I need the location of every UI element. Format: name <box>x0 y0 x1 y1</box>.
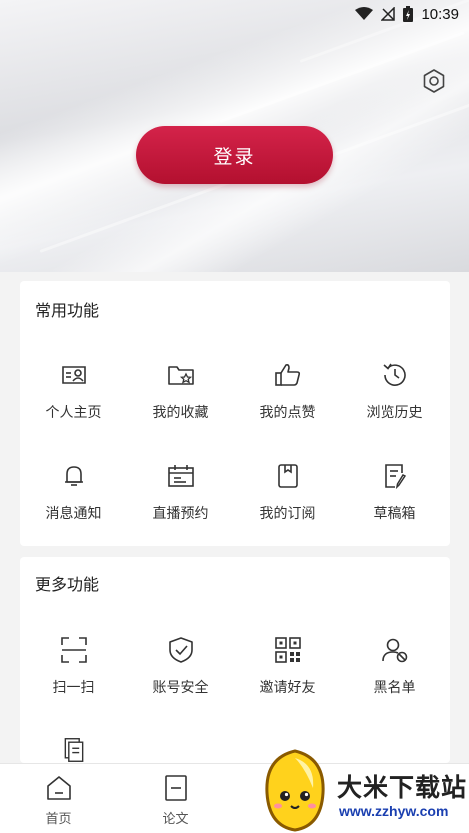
menu-item-subscriptions[interactable]: 我的订阅 <box>234 461 341 523</box>
menu-item-likes[interactable]: 我的点赞 <box>234 360 341 422</box>
tab-home[interactable]: 首页 <box>0 764 117 833</box>
qr-code-icon <box>274 637 301 663</box>
wifi-icon <box>355 7 374 20</box>
menu-item-label: 我的订阅 <box>259 506 316 522</box>
menu-item-label: 黑名单 <box>373 680 416 696</box>
menu-item-label: 浏览历史 <box>366 405 423 421</box>
user-block-icon <box>381 638 407 663</box>
clock: 10:39 <box>421 5 459 23</box>
thumbs-up-icon <box>274 364 300 386</box>
scan-icon <box>60 637 87 663</box>
folder-star-icon <box>167 366 194 385</box>
menu-item-label: 邀请好友 <box>259 680 316 696</box>
bookmark-icon <box>277 464 298 488</box>
watermark-url: www.zzhyw.com <box>339 803 449 819</box>
no-signal-icon <box>381 7 396 21</box>
home-icon <box>46 776 71 800</box>
document-icon <box>164 775 187 801</box>
menu-item-label: 个人主页 <box>45 405 102 421</box>
calendar-icon <box>167 465 194 487</box>
menu-item-notifications[interactable]: 消息通知 <box>20 461 127 523</box>
menu-item-label: 我的收藏 <box>152 405 209 421</box>
settings-icon[interactable] <box>421 68 447 94</box>
menu-item-label: 我的点赞 <box>259 405 316 421</box>
history-clock-icon <box>382 363 406 386</box>
draft-edit-icon <box>384 464 406 490</box>
tab-label: 论文 <box>162 812 189 827</box>
menu-item-label: 草稿箱 <box>373 506 416 522</box>
menu-item-live-booking[interactable]: 直播预约 <box>127 461 234 523</box>
documents-icon[interactable] <box>59 737 89 763</box>
menu-item-invite-friends[interactable]: 邀请好友 <box>234 635 341 697</box>
section-title: 常用功能 <box>35 301 100 320</box>
rice-mascot-logo <box>265 749 325 832</box>
status-bar: 10:39 <box>0 0 469 28</box>
menu-item-blacklist[interactable]: 黑名单 <box>341 635 448 697</box>
menu-item-label: 消息通知 <box>45 506 102 522</box>
profile-card-icon <box>61 366 86 384</box>
common-functions-card: 常用功能 个人主页 我的收藏 我的点赞 浏览历史 消息通知 直播预约 我的订阅 … <box>20 281 450 546</box>
menu-item-scan[interactable]: 扫一扫 <box>20 635 127 697</box>
menu-item-drafts[interactable]: 草稿箱 <box>341 461 448 523</box>
login-button[interactable]: 登录 <box>136 126 333 184</box>
more-functions-card: 更多功能 扫一扫 账号安全 邀请好友 黑名单 <box>20 557 450 763</box>
battery-charging-icon <box>403 6 414 22</box>
bell-icon <box>64 466 83 486</box>
shield-check-icon <box>168 637 193 663</box>
tab-papers[interactable]: 论文 <box>117 764 234 833</box>
menu-item-account-security[interactable]: 账号安全 <box>127 635 234 697</box>
menu-item-label: 直播预约 <box>152 506 209 522</box>
watermark: 大米下载站 www.zzhyw.com <box>255 748 469 833</box>
watermark-title: 大米下载站 <box>337 773 468 802</box>
menu-item-label: 账号安全 <box>152 680 209 696</box>
menu-item-favorites[interactable]: 我的收藏 <box>127 360 234 422</box>
section-title: 更多功能 <box>35 575 100 594</box>
tab-label: 首页 <box>45 812 72 827</box>
menu-item-label: 扫一扫 <box>52 680 95 696</box>
menu-item-history[interactable]: 浏览历史 <box>341 360 448 422</box>
menu-item-profile[interactable]: 个人主页 <box>20 360 127 422</box>
